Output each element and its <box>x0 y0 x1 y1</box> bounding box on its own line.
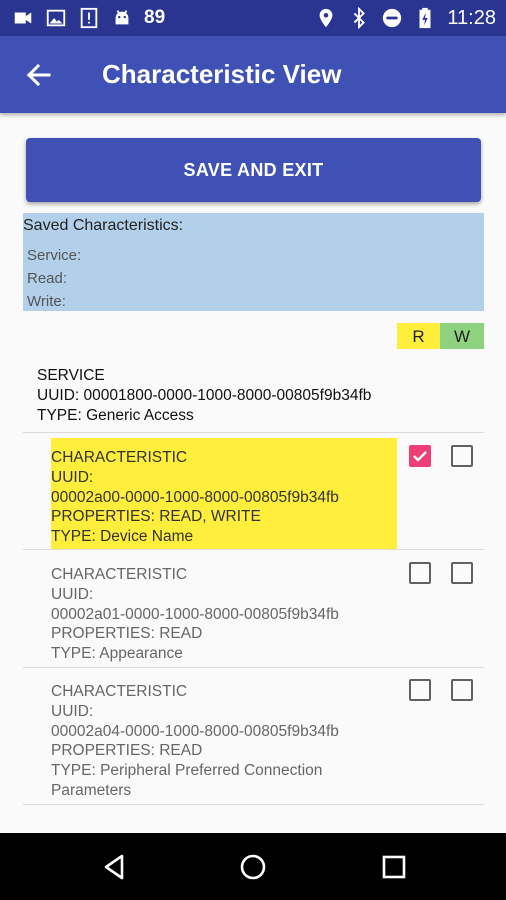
characteristic-uuid-label: UUID: <box>51 585 94 603</box>
status-bar-right: 11:28 <box>315 7 496 29</box>
characteristic-uuid: 00002a04-0000-1000-8000-00805f9b34fb <box>51 722 339 740</box>
recents-square-icon[interactable] <box>378 851 410 883</box>
service-type: TYPE: Generic Access <box>37 407 194 424</box>
write-column-header: W <box>440 323 484 349</box>
write-checkbox[interactable] <box>451 445 473 467</box>
divider <box>23 432 484 433</box>
arrow-back-icon[interactable] <box>23 59 55 91</box>
characteristic-type-continued: Parameters <box>51 781 132 799</box>
write-checkbox[interactable] <box>451 562 473 584</box>
characteristic-item: CHARACTERISTIC UUID: 00002a01-0000-1000-… <box>51 565 339 664</box>
characteristic-uuid-label: UUID: <box>51 468 94 486</box>
location-icon <box>320 8 333 28</box>
characteristic-uuid-label: UUID: <box>51 702 94 720</box>
divider <box>23 549 484 550</box>
android-icon <box>115 10 129 25</box>
home-circle-icon[interactable] <box>237 851 269 883</box>
service-info: SERVICE UUID: 00001800-0000-1000-8000-00… <box>37 366 371 426</box>
video-camera-icon <box>14 12 32 24</box>
notification-count: 89 <box>144 7 166 28</box>
characteristic-item: CHARACTERISTIC UUID: 00002a04-0000-1000-… <box>51 682 339 801</box>
do-not-disturb-icon <box>383 8 402 28</box>
service-uuid: UUID: 00001800-0000-1000-8000-00805f9b34… <box>37 387 372 404</box>
characteristic-properties: PROPERTIES: READ, WRITE <box>51 508 261 526</box>
service-heading: SERVICE <box>37 367 105 384</box>
characteristic-type: TYPE: Appearance <box>51 645 183 663</box>
characteristic-heading: CHARACTERISTIC <box>51 449 188 466</box>
characteristic-uuid: 00002a01-0000-1000-8000-00805f9b34fb <box>51 605 339 623</box>
characteristic-type: TYPE: Device Name <box>51 528 194 546</box>
characteristic-properties: PROPERTIES: READ <box>51 742 203 760</box>
write-checkbox[interactable] <box>451 679 473 701</box>
read-column-header: R <box>397 323 440 349</box>
characteristic-properties: PROPERTIES: READ <box>51 625 203 643</box>
back-triangle-icon[interactable] <box>98 851 130 883</box>
characteristic-heading: CHARACTERISTIC <box>51 566 188 583</box>
page-title: Characteristic View <box>102 59 342 89</box>
saved-title: Saved Characteristics: <box>23 217 184 234</box>
saved-service-label: Service: <box>27 247 82 264</box>
status-time: 11:28 <box>447 7 496 29</box>
saved-read-label: Read: <box>27 270 68 287</box>
characteristic-type: TYPE: Peripheral Preferred Connection <box>51 762 323 780</box>
battery-charging-icon <box>419 7 431 29</box>
divider <box>23 667 484 668</box>
characteristic-item: CHARACTERISTIC UUID: 00002a00-0000-1000-… <box>51 448 339 547</box>
characteristic-heading: CHARACTERISTIC <box>51 683 188 700</box>
app-bar: Characteristic View <box>0 36 506 113</box>
check-icon <box>413 451 427 462</box>
save-and-exit-button[interactable]: SAVE AND EXIT <box>26 138 481 202</box>
saved-characteristics-panel: Saved Characteristics: Service: Read: Wr… <box>23 213 484 311</box>
characteristic-uuid: 00002a00-0000-1000-8000-00805f9b34fb <box>51 488 339 506</box>
saved-write-label: Write: <box>27 293 66 310</box>
read-checkbox[interactable] <box>409 679 431 701</box>
status-bar: 89 11:28 <box>0 0 506 36</box>
alert-icon <box>80 7 98 29</box>
navigation-bar <box>0 833 506 900</box>
bluetooth-icon <box>354 7 366 29</box>
divider <box>23 804 484 805</box>
read-checkbox[interactable] <box>409 445 431 467</box>
status-bar-left: 89 <box>12 7 165 29</box>
read-checkbox[interactable] <box>409 562 431 584</box>
image-icon <box>46 9 66 27</box>
